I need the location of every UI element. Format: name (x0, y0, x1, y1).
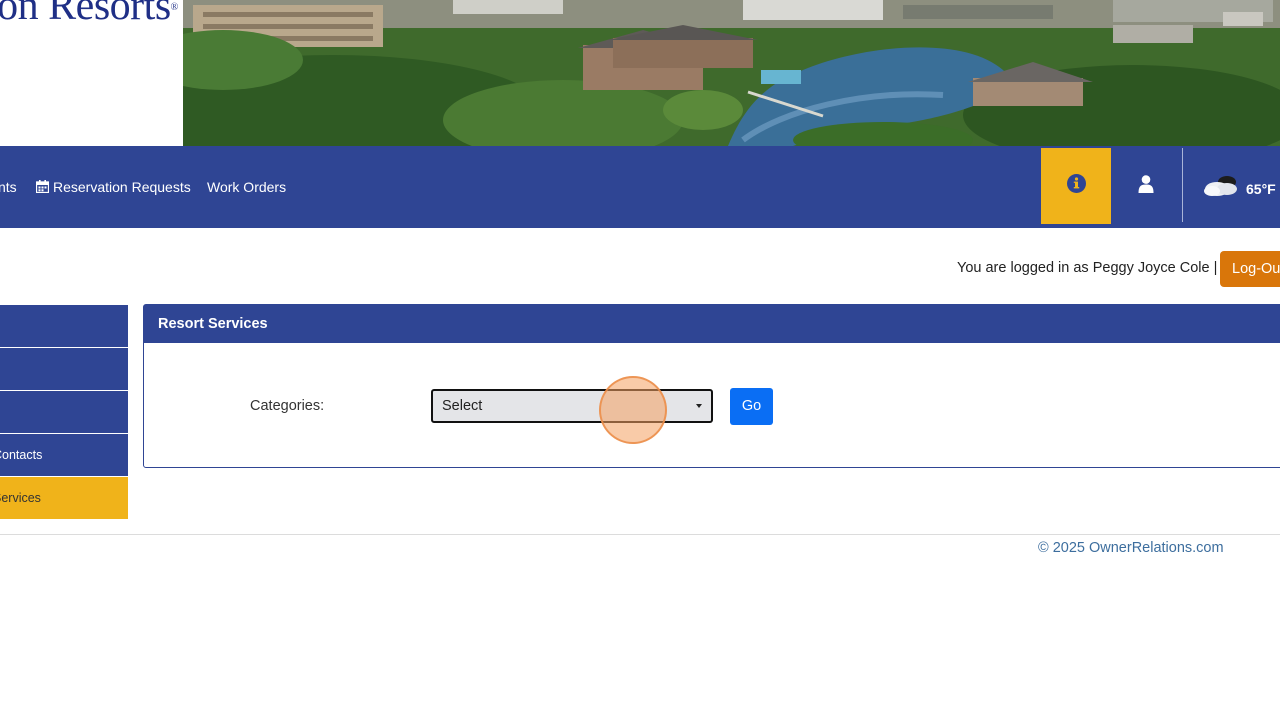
sidebar-item-2[interactable] (0, 348, 128, 390)
resort-aerial-banner (183, 0, 1280, 146)
footer-divider (0, 534, 1280, 535)
user-icon (1138, 174, 1154, 198)
nav-divider (1182, 148, 1183, 222)
go-button[interactable]: Go (730, 388, 773, 425)
nav-item-reservation-requests[interactable]: Reservation Requests (35, 179, 191, 196)
nav-item-events[interactable]: nts (0, 179, 17, 195)
logout-button[interactable]: Log-Out (1220, 251, 1280, 287)
logged-in-status: You are logged in as Peggy Joyce Cole | (957, 260, 1218, 276)
panel-title: Resort Services (144, 305, 1280, 343)
categories-label: Categories: (250, 398, 325, 414)
weather-widget[interactable]: 65°F (1202, 174, 1276, 203)
categories-select[interactable]: Select (431, 389, 713, 423)
logo[interactable]: ton Resorts® (0, 0, 183, 146)
copyright-link[interactable]: © 2025 OwnerRelations.com (1038, 540, 1224, 556)
sidebar-item-contacts[interactable]: Contacts (0, 434, 128, 476)
sidebar: Contacts Services (0, 305, 128, 520)
main-nav: nts Reservation Requests Work Orders 65°… (0, 146, 1280, 228)
info-button[interactable] (1041, 148, 1111, 224)
logo-text: ton Resorts® (0, 0, 178, 29)
select-value: Select (442, 398, 483, 414)
resort-services-panel: Resort Services Categories: Select Go (143, 304, 1280, 468)
sidebar-item-3[interactable] (0, 391, 128, 433)
nav-item-label: Reservation Requests (53, 179, 191, 195)
info-icon (1066, 174, 1086, 198)
calendar-icon (35, 180, 50, 196)
caret-down-icon (696, 404, 702, 408)
cloudy-night-icon (1202, 174, 1242, 203)
temperature: 65°F (1246, 180, 1276, 197)
site-header: ton Resorts® (0, 0, 1280, 146)
sidebar-item-label: Services (0, 491, 41, 505)
account-button[interactable] (1111, 148, 1181, 224)
sidebar-item-services[interactable]: Services (0, 477, 128, 519)
nav-item-work-orders[interactable]: Work Orders (207, 179, 286, 195)
sidebar-item-label: Contacts (0, 448, 43, 462)
sidebar-item-1[interactable] (0, 305, 128, 347)
